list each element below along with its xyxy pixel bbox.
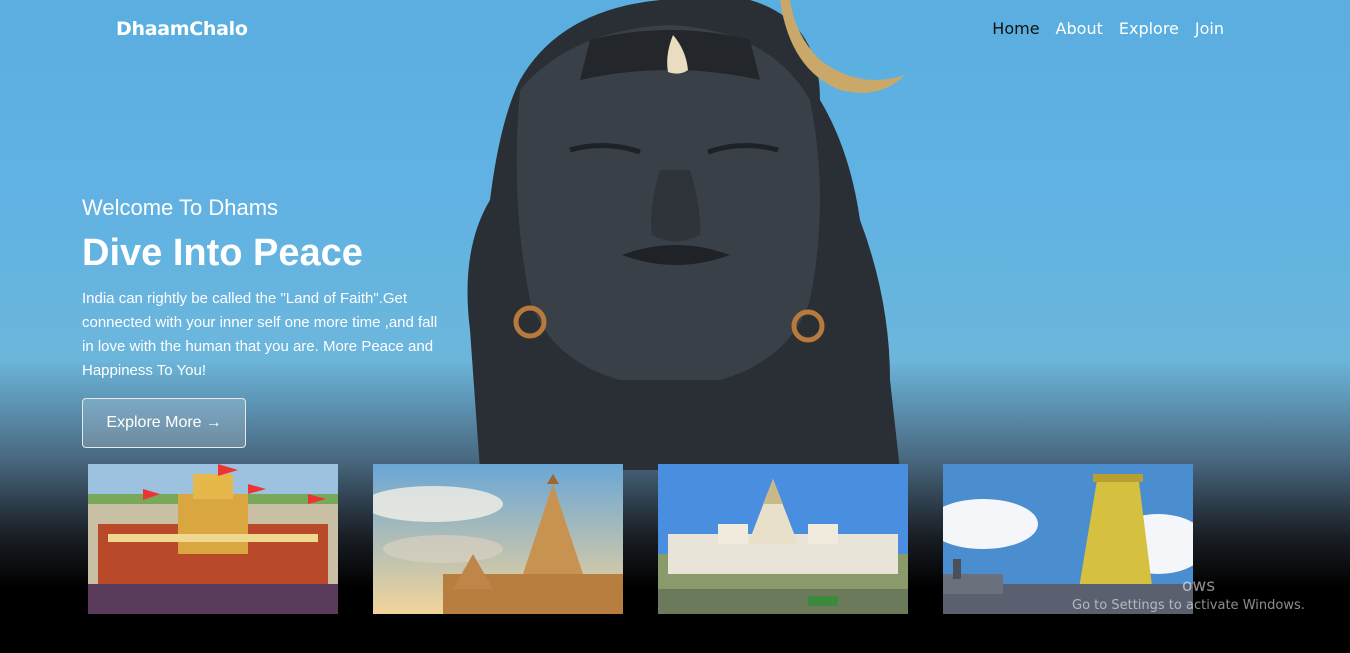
watermark-title: ows	[1182, 576, 1216, 596]
somnath-temple-card[interactable]	[373, 464, 623, 614]
brand-logo[interactable]: DhaamChalo	[116, 18, 248, 40]
adiyogi-statue-image	[467, 0, 905, 470]
hero-headline: Dive Into Peace	[82, 232, 363, 274]
badrinath-temple-card[interactable]	[88, 464, 338, 614]
arrow-right-icon: →	[205, 414, 222, 431]
welcome-subtitle: Welcome To Dhams	[82, 195, 279, 220]
jagannath-puri-temple-card[interactable]	[658, 464, 908, 614]
nav-link-about[interactable]: About	[1056, 19, 1103, 38]
explore-more-label: Explore More	[106, 414, 202, 431]
nav-link-join[interactable]: Join	[1195, 19, 1224, 38]
nav-link-home[interactable]: Home	[992, 19, 1039, 38]
nav-link-explore[interactable]: Explore	[1119, 19, 1179, 38]
windows-activation-watermark: ows Go to Settings to activate Windows.	[1072, 576, 1305, 613]
explore-more-button[interactable]: Explore More →	[82, 398, 246, 448]
temple-gallery	[88, 464, 1193, 614]
watermark-subtitle: Go to Settings to activate Windows.	[1072, 598, 1305, 613]
main-nav: Home About Explore Join	[992, 19, 1224, 38]
hero-description: India can rightly be called the "Land of…	[82, 290, 438, 379]
hero-section: DhaamChalo Home About Explore Join Welco…	[0, 0, 1350, 653]
